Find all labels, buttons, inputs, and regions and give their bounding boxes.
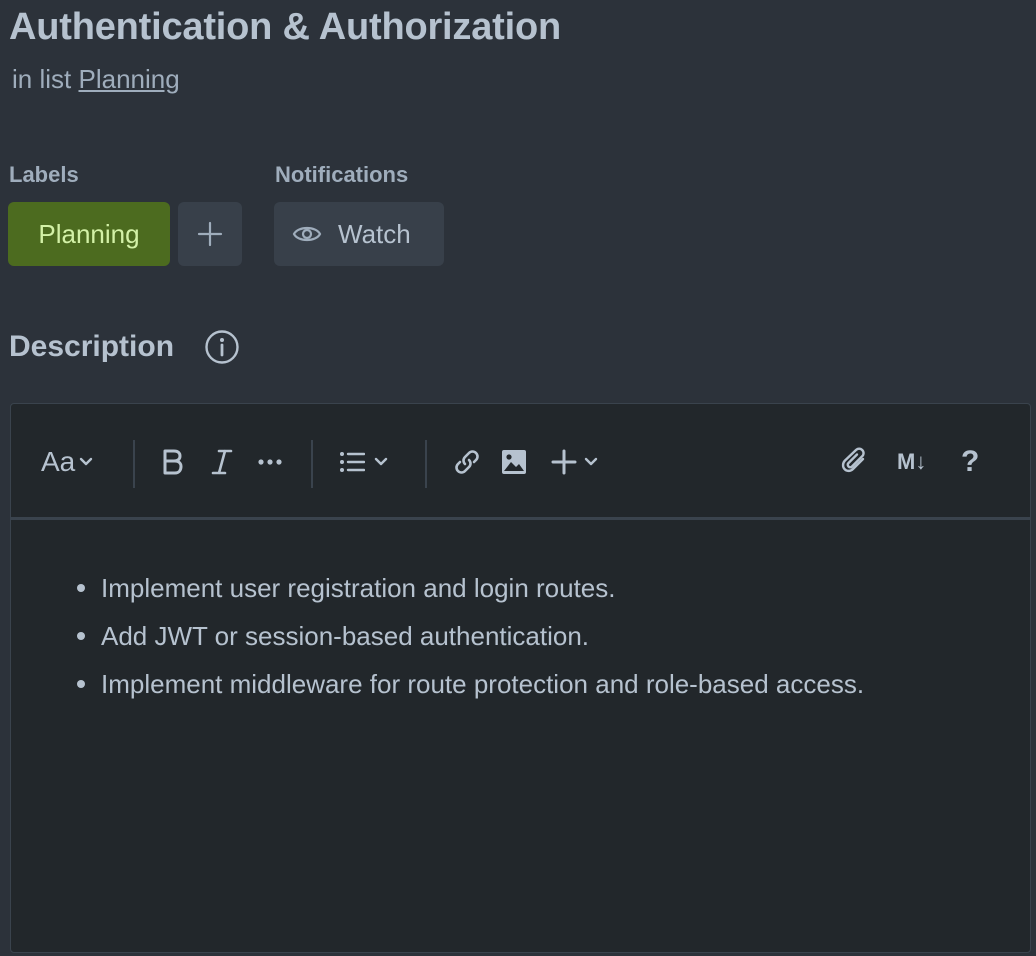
watch-label: Watch xyxy=(338,218,411,249)
help-icon: ? xyxy=(961,445,980,478)
italic-button[interactable] xyxy=(211,442,233,482)
text-style-label: Aa xyxy=(41,446,76,477)
list-link[interactable]: Planning xyxy=(78,64,179,94)
list-item: Implement middleware for route protectio… xyxy=(77,660,1030,708)
italic-icon xyxy=(211,449,233,475)
help-button[interactable]: ? xyxy=(961,442,979,482)
bullet-list: Implement user registration and login ro… xyxy=(11,564,1030,708)
description-editor[interactable]: Aa M↓ ? Implement user registration and … xyxy=(10,403,1031,953)
chevron-down-icon xyxy=(374,457,388,466)
description-heading: Description xyxy=(9,330,175,363)
attachment-button[interactable] xyxy=(841,442,869,482)
image-button[interactable] xyxy=(501,442,527,482)
editor-toolbar: Aa M↓ ? xyxy=(11,404,1030,520)
link-icon xyxy=(455,450,479,474)
link-button[interactable] xyxy=(453,442,481,482)
chevron-down-icon xyxy=(584,457,598,466)
labels-heading: Labels xyxy=(9,162,79,187)
in-list-prefix: in list xyxy=(12,64,72,94)
card-detail-panel: Authentication & Authorization in list P… xyxy=(0,0,1036,956)
watch-button[interactable]: Watch xyxy=(274,202,444,266)
text-style-button[interactable]: Aa xyxy=(41,442,94,482)
toolbar-divider xyxy=(133,440,135,488)
bulleted-list-button[interactable] xyxy=(339,442,389,482)
chevron-down-icon xyxy=(80,457,93,466)
toolbar-divider xyxy=(311,440,313,488)
markdown-button[interactable]: M↓ xyxy=(897,442,926,482)
bold-button[interactable] xyxy=(161,442,185,482)
insert-button[interactable] xyxy=(551,442,599,482)
label-chip-planning[interactable]: Planning xyxy=(8,202,170,266)
toolbar-divider xyxy=(425,440,427,488)
more-formatting-icon xyxy=(258,459,282,465)
list-item: Add JWT or session-based authentication. xyxy=(77,612,1030,660)
notifications-heading: Notifications xyxy=(275,162,409,187)
in-list-line: in list Planning xyxy=(12,62,180,96)
bulleted-list-icon xyxy=(340,452,365,472)
add-label-button[interactable] xyxy=(178,202,242,266)
eye-icon xyxy=(292,226,322,242)
more-formatting-button[interactable] xyxy=(257,442,283,482)
insert-plus-icon xyxy=(551,449,577,475)
card-title[interactable]: Authentication & Authorization xyxy=(9,4,561,50)
list-item: Implement user registration and login ro… xyxy=(77,564,1030,612)
markdown-icon: M↓ xyxy=(897,449,927,474)
description-content[interactable]: Implement user registration and login ro… xyxy=(11,564,1030,708)
image-icon xyxy=(502,450,526,474)
plus-icon xyxy=(197,221,223,247)
bold-icon xyxy=(163,449,183,475)
info-icon[interactable] xyxy=(204,329,240,365)
attachment-icon xyxy=(841,447,865,473)
